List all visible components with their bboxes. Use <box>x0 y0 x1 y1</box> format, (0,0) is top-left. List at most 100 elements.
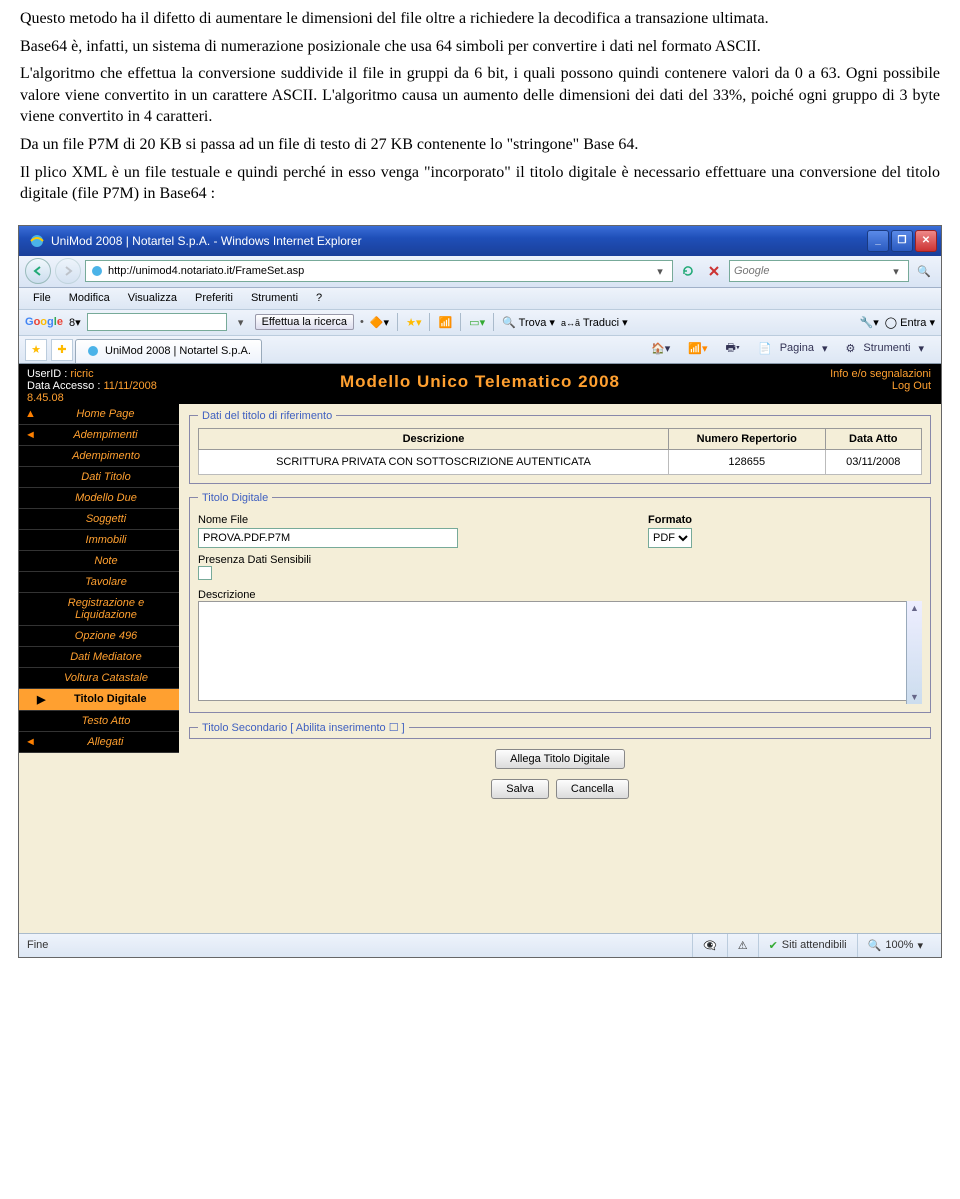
sidebar-item-modello-due[interactable]: Modello Due <box>19 488 179 509</box>
tools-menu[interactable]: ⚙ Strumenti ▾ <box>841 338 929 359</box>
sidebar-item-adempimenti[interactable]: ◄Adempimenti <box>19 425 179 446</box>
forward-button[interactable] <box>55 258 81 284</box>
col-descrizione: Descrizione <box>199 428 669 449</box>
paragraph: Questo metodo ha il difetto di aumentare… <box>20 8 940 30</box>
refresh-button[interactable] <box>677 260 699 282</box>
cancella-button[interactable]: Cancella <box>556 779 629 799</box>
userid-label: UserID : <box>27 368 67 380</box>
google-bookmark-icon[interactable]: ★▾ <box>406 316 421 329</box>
cell-repertorio: 128655 <box>668 449 825 474</box>
window-titlebar: UniMod 2008 | Notartel S.p.A. - Windows … <box>19 226 941 256</box>
google-dd[interactable]: ▾ <box>233 316 249 329</box>
url-input[interactable] <box>108 265 652 277</box>
google-pagerank-icon[interactable]: ▭▾ <box>469 316 485 329</box>
browser-navbar: ▾ ▾ 🔍 <box>19 256 941 288</box>
google-search-input[interactable] <box>87 313 227 331</box>
home-button[interactable]: 🏠▾ <box>646 338 675 359</box>
main-panel: Dati del titolo di riferimento Descrizio… <box>179 404 941 933</box>
menu-edit[interactable]: Modifica <box>61 290 118 306</box>
search-input[interactable] <box>734 265 888 277</box>
search-go-button[interactable]: 🔍 <box>913 260 935 282</box>
favorites-star-button[interactable]: ★ <box>25 339 47 361</box>
google-brand: Google <box>25 316 63 328</box>
maximize-button[interactable]: ❐ <box>891 230 913 252</box>
fieldset-titolo-digitale: Titolo Digitale Nome File Formato PDF Pr… <box>189 492 931 713</box>
salva-button[interactable]: Salva <box>491 779 549 799</box>
browser-search[interactable]: ▾ <box>729 260 909 282</box>
window-title: UniMod 2008 | Notartel S.p.A. - Windows … <box>51 234 867 248</box>
ie-icon <box>29 233 45 249</box>
google-feed-icon[interactable]: 📶 <box>438 316 452 329</box>
sidebar-item-tavolare[interactable]: Tavolare <box>19 572 179 593</box>
print-button[interactable]: 🖶▾ <box>721 338 745 359</box>
menu-view[interactable]: Visualizza <box>120 290 185 306</box>
nomefile-label: Nome File <box>198 514 618 526</box>
formato-label: Formato <box>648 514 692 526</box>
tab-favicon <box>86 344 100 358</box>
rank-icon[interactable]: 8▾ <box>69 316 81 329</box>
paragraph: Da un file P7M di 20 KB si passa ad un f… <box>20 134 940 156</box>
scroll-up-icon[interactable]: ▲ <box>910 603 919 613</box>
fieldset-dati-titolo: Dati del titolo di riferimento Descrizio… <box>189 410 931 484</box>
app-title: Modello Unico Telematico 2008 <box>179 364 781 404</box>
status-popup-icon[interactable]: 👁‍🗨 <box>692 934 727 957</box>
document-text: Questo metodo ha il difetto di aumentare… <box>0 0 960 225</box>
url-dropdown[interactable]: ▾ <box>652 265 668 278</box>
sidebar-item-soggetti[interactable]: Soggetti <box>19 509 179 530</box>
google-translate-button[interactable]: a↔ā Traduci ▾ <box>561 316 628 329</box>
descrizione-textarea[interactable] <box>198 601 922 701</box>
col-repertorio: Numero Repertorio <box>668 428 825 449</box>
col-data-atto: Data Atto <box>825 428 921 449</box>
nomefile-input[interactable] <box>198 528 458 548</box>
google-toolbar: Google 8▾ ▾ Effettua la ricerca • 🔶▾ ★▾ … <box>19 310 941 336</box>
browser-window: UniMod 2008 | Notartel S.p.A. - Windows … <box>18 225 942 958</box>
formato-select[interactable]: PDF <box>648 528 692 548</box>
page-favicon <box>90 264 104 278</box>
add-favorites-button[interactable]: ✚ <box>51 339 73 361</box>
scroll-down-icon[interactable]: ▼ <box>910 692 919 702</box>
legend-secondario[interactable]: Titolo Secondario [ Abilita inserimento … <box>198 721 409 734</box>
search-dropdown[interactable]: ▾ <box>888 265 904 278</box>
status-phishing-icon[interactable]: ⚠ <box>727 934 758 957</box>
google-find-button[interactable]: 🔍 Trova ▾ <box>502 316 555 329</box>
back-button[interactable] <box>25 258 51 284</box>
google-search-button[interactable]: Effettua la ricerca <box>255 314 354 330</box>
sidebar-item-opzione496[interactable]: Opzione 496 <box>19 626 179 647</box>
allega-button[interactable]: Allega Titolo Digitale <box>495 749 625 769</box>
minimize-button[interactable]: _ <box>867 230 889 252</box>
sidebar-item-voltura[interactable]: Voltura Catastale <box>19 668 179 689</box>
google-phishing-icon[interactable]: 🔶▾ <box>370 316 389 329</box>
page-menu[interactable]: 📄 Pagina ▾ <box>753 338 833 359</box>
dati-table: Descrizione Numero Repertorio Data Atto … <box>198 428 922 475</box>
browser-tab[interactable]: UniMod 2008 | Notartel S.p.A. <box>75 339 262 363</box>
paragraph: L'algoritmo che effettua la conversione … <box>20 63 940 128</box>
presenza-checkbox[interactable] <box>198 566 212 580</box>
status-zone[interactable]: ✔ Siti attendibili <box>758 934 857 957</box>
scrollbar[interactable]: ▲▼ <box>906 601 922 704</box>
sidebar-item-immobili[interactable]: Immobili <box>19 530 179 551</box>
menu-file[interactable]: File <box>25 290 59 306</box>
logout-link[interactable]: Log Out <box>791 380 931 392</box>
address-bar[interactable]: ▾ <box>85 260 673 282</box>
tab-label: UniMod 2008 | Notartel S.p.A. <box>105 345 251 357</box>
sidebar-item-note[interactable]: Note <box>19 551 179 572</box>
sidebar-item-allegati[interactable]: ◄Allegati <box>19 732 179 753</box>
close-button[interactable]: ✕ <box>915 230 937 252</box>
sidebar-item-adempimento[interactable]: Adempimento <box>19 446 179 467</box>
sidebar-item-home[interactable]: ▲Home Page <box>19 404 179 425</box>
status-zoom[interactable]: 🔍 100% ▾ <box>857 934 933 957</box>
sidebar-item-testo-atto[interactable]: Testo Atto <box>19 711 179 732</box>
sidebar-item-dati-titolo[interactable]: Dati Titolo <box>19 467 179 488</box>
menu-favorites[interactable]: Preferiti <box>187 290 241 306</box>
sidebar-item-titolo-digitale[interactable]: ▶Titolo Digitale <box>19 689 179 711</box>
stop-button[interactable] <box>703 260 725 282</box>
info-link[interactable]: Info e/o segnalazioni <box>791 368 931 380</box>
table-row: SCRITTURA PRIVATA CON SOTTOSCRIZIONE AUT… <box>199 449 922 474</box>
google-settings-icon[interactable]: 🔧▾ <box>860 316 879 329</box>
menu-tools[interactable]: Strumenti <box>243 290 306 306</box>
sidebar-item-registrazione[interactable]: Registrazione e Liquidazione <box>19 593 179 626</box>
sidebar-item-dati-mediatore[interactable]: Dati Mediatore <box>19 647 179 668</box>
feed-button[interactable]: 📶▾ <box>683 338 712 359</box>
google-signin-button[interactable]: ◯ Entra ▾ <box>885 316 935 329</box>
menu-help[interactable]: ? <box>308 290 330 306</box>
